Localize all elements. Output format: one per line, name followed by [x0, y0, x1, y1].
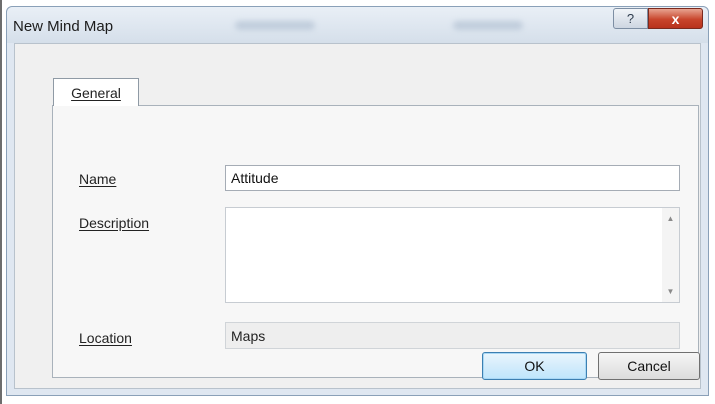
tab-label: General	[71, 84, 121, 101]
close-icon: x	[671, 10, 680, 27]
blurred-background-text	[453, 21, 523, 30]
dialog-body: General Name Description ▲ ▼ Location Ma…	[14, 43, 701, 389]
screen-edge	[0, 0, 2, 404]
description-label: Description	[79, 215, 150, 231]
scroll-up-arrow-icon[interactable]: ▲	[662, 210, 679, 227]
help-button[interactable]: ?	[613, 8, 648, 29]
close-button[interactable]: x	[648, 8, 703, 29]
general-panel: Name Description ▲ ▼ Location Maps	[52, 105, 699, 378]
location-value: Maps	[225, 322, 680, 349]
ok-button[interactable]: OK	[482, 352, 587, 380]
location-label: Location	[79, 330, 132, 346]
name-input[interactable]	[225, 165, 680, 191]
tab-general[interactable]: General	[53, 78, 139, 106]
cancel-button[interactable]: Cancel	[598, 352, 700, 380]
window-title: New Mind Map	[13, 18, 114, 35]
scroll-down-arrow-icon[interactable]: ▼	[662, 283, 679, 300]
title-bar[interactable]: New Mind Map ? x	[7, 7, 708, 43]
description-field: ▲ ▼	[225, 207, 680, 303]
help-icon: ?	[626, 11, 635, 26]
new-mind-map-dialog: New Mind Map ? x General Name Descriptio…	[6, 6, 709, 396]
name-label: Name	[79, 171, 117, 187]
blurred-background-text	[235, 21, 315, 30]
description-input[interactable]	[226, 208, 662, 302]
description-scrollbar[interactable]: ▲ ▼	[662, 208, 679, 302]
